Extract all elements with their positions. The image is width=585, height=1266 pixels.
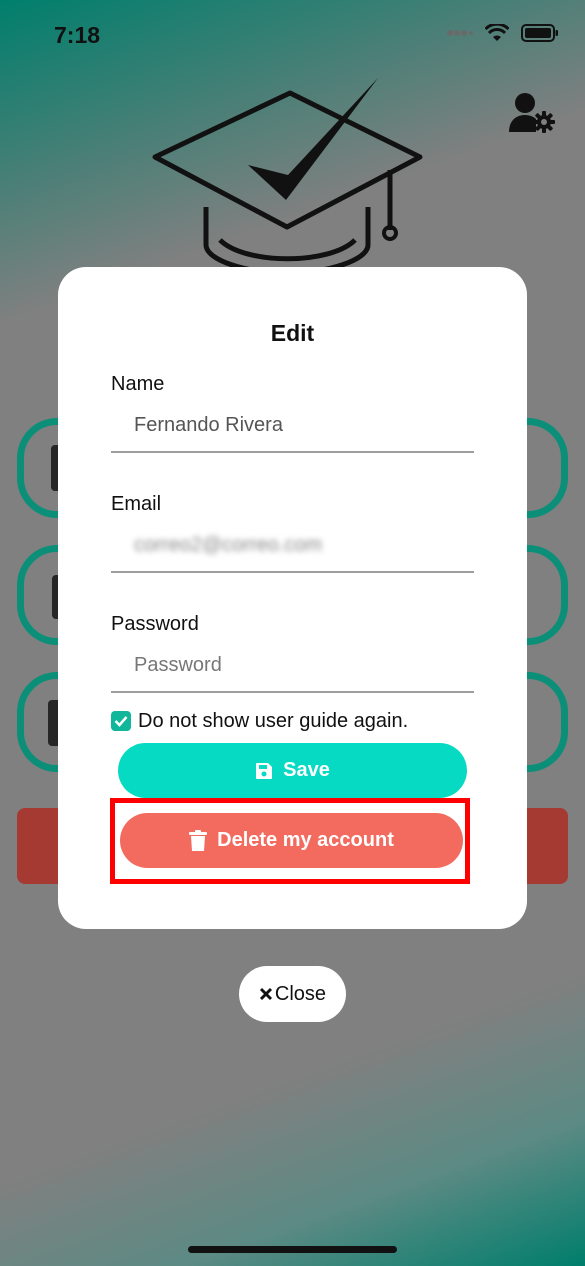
- graduation-cap-logo: [152, 78, 423, 275]
- guide-checkbox-label: Do not show user guide again.: [138, 710, 409, 732]
- delete-highlight-box: [110, 798, 470, 884]
- status-time: 7:18: [54, 22, 101, 48]
- dialog-title: Edit: [270, 320, 315, 346]
- status-bar: 7:18: [0, 0, 585, 75]
- email-label: Email: [111, 493, 162, 515]
- close-button[interactable]: Close: [239, 966, 346, 1022]
- email-underline: [111, 571, 474, 573]
- close-button-label: Close: [274, 982, 327, 1005]
- checkmark-icon: [114, 716, 128, 727]
- save-button-label: Save: [283, 759, 330, 781]
- signal-icon: [447, 30, 473, 36]
- name-field[interactable]: Fernando Rivera: [134, 414, 283, 437]
- close-icon: [259, 987, 272, 1001]
- user-settings-icon[interactable]: [508, 92, 556, 134]
- status-icons: [447, 24, 559, 42]
- guide-checkbox[interactable]: [111, 711, 131, 731]
- name-underline: [111, 451, 474, 453]
- save-icon: [256, 762, 273, 779]
- password-underline: [111, 691, 474, 693]
- wifi-icon: [485, 24, 509, 41]
- password-field[interactable]: Password: [134, 654, 222, 677]
- email-field[interactable]: correo2@correo.com: [134, 534, 322, 557]
- battery-icon: [521, 24, 558, 42]
- save-button[interactable]: Save: [118, 743, 467, 798]
- home-indicator: [188, 1246, 397, 1253]
- name-label: Name: [111, 373, 165, 395]
- password-label: Password: [111, 613, 199, 635]
